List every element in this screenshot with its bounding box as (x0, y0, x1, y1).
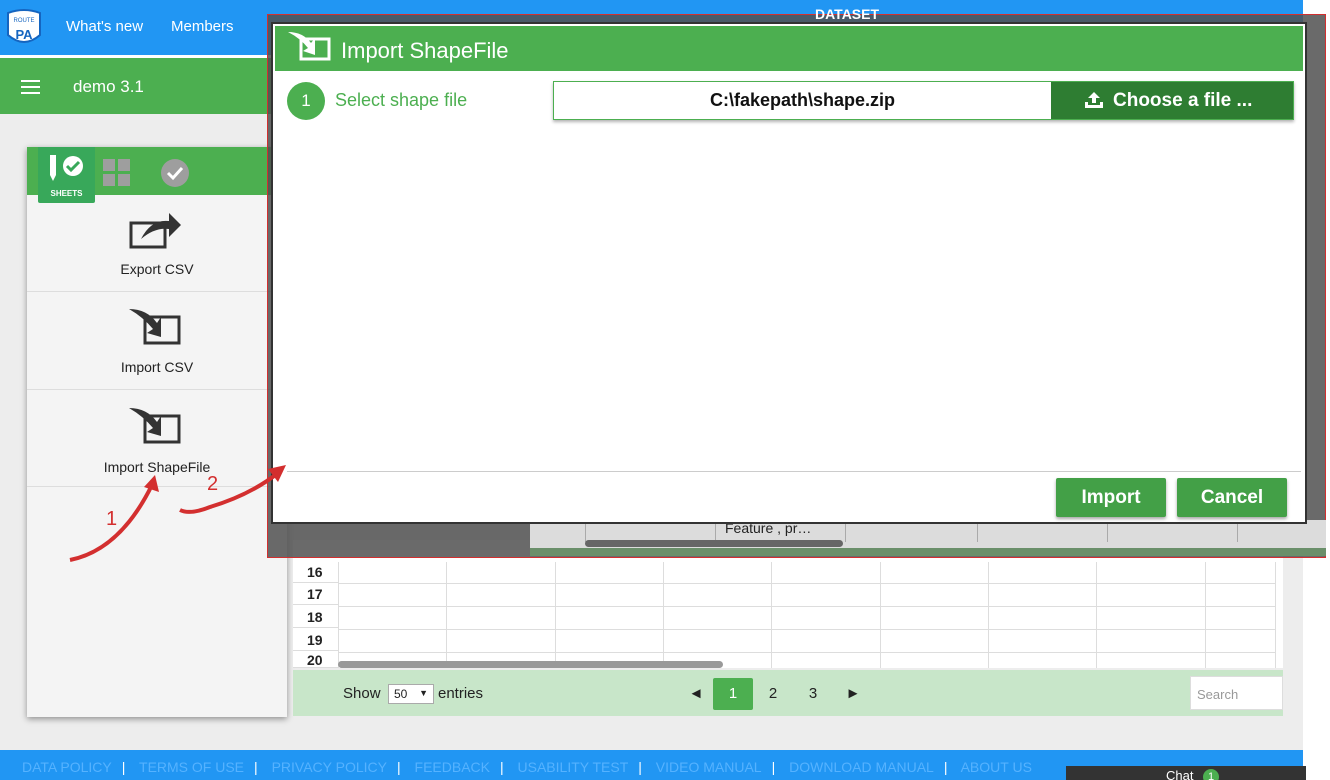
data-grid: 16 17 18 19 20 (293, 540, 1283, 668)
route-to-pa-logo[interactable]: ROUTE PA (4, 7, 44, 49)
import-icon (129, 408, 181, 444)
dialog-header: Import ShapeFile (275, 26, 1303, 71)
row-number: 17 (293, 583, 338, 605)
nav-whats-new[interactable]: What's new (66, 18, 143, 35)
annotation-step-1: 1 (106, 508, 118, 530)
row-number: 18 (293, 606, 338, 628)
show-label: Show (343, 685, 381, 702)
annotation-step-2: 2 (207, 473, 219, 495)
dialog-divider (287, 471, 1301, 472)
footer-link-privacy-policy[interactable]: PRIVACY POLICY (272, 759, 387, 775)
file-picker[interactable]: C:\fakepath\shape.zip Choose a file ... (553, 81, 1294, 120)
page-button-2[interactable]: 2 (761, 678, 785, 710)
import-csv-item[interactable]: Import CSV (27, 293, 287, 390)
file-path-field[interactable]: C:\fakepath\shape.zip (554, 82, 1051, 119)
chat-unread-badge: 1 (1203, 769, 1219, 780)
project-title: demo 3.1 (73, 77, 144, 96)
page-button-1[interactable]: 1 (713, 678, 753, 710)
upload-icon (1085, 92, 1103, 108)
export-icon (129, 213, 181, 249)
prev-page-button[interactable]: ◄ (684, 678, 708, 710)
dialog-title: Import ShapeFile (341, 38, 509, 63)
footer-link-usability-test[interactable]: USABILITY TEST (518, 759, 629, 775)
chevron-down-icon: ▼ (419, 688, 428, 698)
import-shapefile-dialog: Import ShapeFile 1 Select shape file C:\… (271, 22, 1307, 524)
background-table-peek: Feature , pr… (530, 520, 1326, 556)
side-panel-header: SHEETS (27, 147, 287, 203)
page-button-3[interactable]: 3 (801, 678, 825, 710)
choose-file-button[interactable]: Choose a file ... (1051, 82, 1293, 119)
import-icon (129, 309, 181, 345)
footer-link-download-manual[interactable]: DOWNLOAD MANUAL (789, 759, 934, 775)
sheets-icon (50, 155, 83, 181)
footer-links: DATA POLICY | TERMS OF USE | PRIVACY POLIC… (22, 759, 1032, 775)
nav-members[interactable]: Members (171, 18, 234, 35)
validate-check-icon[interactable] (159, 157, 191, 189)
export-csv-label: Export CSV (120, 261, 194, 277)
horizontal-scrollbar[interactable] (585, 540, 843, 547)
footer-link-data-policy[interactable]: DATA POLICY (22, 759, 112, 775)
footer-link-feedback[interactable]: FEEDBACK (415, 759, 490, 775)
svg-text:ROUTE: ROUTE (14, 18, 35, 24)
row-number: 19 (293, 629, 338, 651)
import-button[interactable]: Import (1056, 478, 1166, 517)
import-icon (288, 32, 331, 61)
hamburger-menu-icon[interactable] (21, 80, 40, 94)
calculator-icon[interactable] (102, 158, 132, 188)
footer-link-video-manual[interactable]: VIDEO MANUAL (656, 759, 762, 775)
svg-text:PA: PA (15, 27, 33, 42)
step-number-badge: 1 (287, 82, 325, 120)
side-panel: SHEETS Export CSV Import CSV Import Shap… (27, 147, 287, 717)
import-csv-label: Import CSV (120, 359, 194, 375)
page-size-select[interactable]: 50 ▼ (388, 684, 434, 704)
page-size-value: 50 (394, 687, 408, 701)
horizontal-scrollbar[interactable] (338, 661, 723, 668)
footer-link-terms-of-use[interactable]: TERMS OF USE (139, 759, 244, 775)
row-number: 20 (293, 652, 338, 668)
cancel-button[interactable]: Cancel (1177, 478, 1287, 517)
dataset-title: DATASET (815, 6, 880, 22)
chat-label: Chat (1166, 768, 1194, 780)
chat-widget[interactable]: Chat 1 (1066, 766, 1306, 780)
search-input[interactable]: Search (1190, 676, 1283, 710)
next-page-button[interactable]: ► (841, 678, 865, 710)
footer-link-about-us[interactable]: ABOUT US (961, 759, 1032, 775)
entries-label: entries (438, 685, 484, 702)
choose-file-label: Choose a file ... (1113, 90, 1253, 111)
step-label: Select shape file (335, 90, 468, 110)
export-csv-item[interactable]: Export CSV (27, 195, 287, 292)
pager-bar: Show 50 ▼ entries ◄ 1 2 3 ► Search (293, 670, 1283, 716)
